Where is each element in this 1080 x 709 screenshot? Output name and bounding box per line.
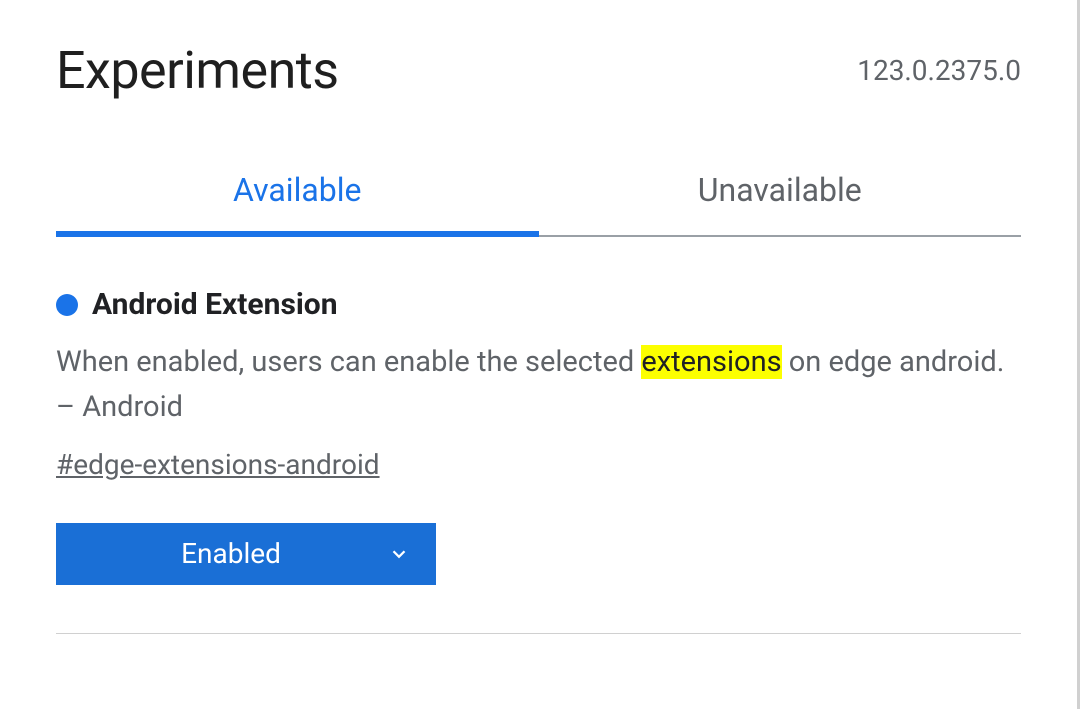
flag-desc-pre: When enabled, users can enable the selec… (56, 345, 641, 379)
flag-desc-highlight: extensions (641, 345, 781, 379)
flag-title-row: Android Extension (56, 287, 1021, 322)
tab-available[interactable]: Available (56, 171, 539, 237)
chevron-down-icon (388, 543, 410, 565)
dropdown-selected-label: Enabled (181, 537, 281, 570)
status-dot-icon (56, 294, 78, 316)
flag-title: Android Extension (92, 287, 338, 322)
tabs: Available Unavailable (56, 171, 1021, 237)
flag-item: Android Extension When enabled, users ca… (56, 287, 1021, 634)
flag-anchor-link[interactable]: #edge-extensions-android (56, 448, 380, 481)
flag-description: When enabled, users can enable the selec… (56, 340, 1021, 430)
version-label: 123.0.2375.0 (857, 54, 1021, 87)
tab-unavailable[interactable]: Unavailable (539, 171, 1022, 237)
page-title: Experiments (56, 40, 339, 101)
header: Experiments 123.0.2375.0 (56, 40, 1021, 101)
flag-divider (56, 633, 1021, 634)
flag-state-dropdown[interactable]: Enabled (56, 523, 436, 585)
